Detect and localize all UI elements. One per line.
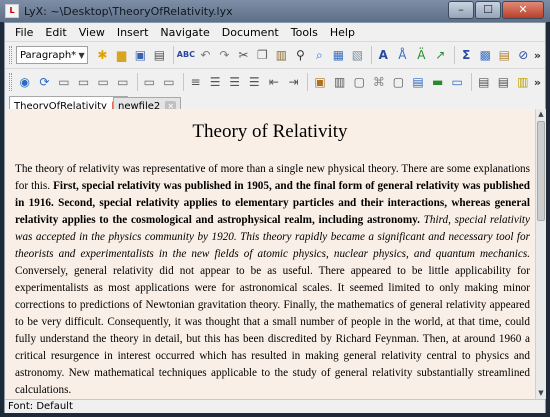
insert-char-icon[interactable]: Å: [394, 46, 411, 64]
update-pdf-icon[interactable]: ▭: [75, 73, 93, 91]
undo-icon[interactable]: ↶: [197, 46, 214, 64]
master-view-icon[interactable]: ▭: [141, 73, 159, 91]
outline-icon[interactable]: ▤: [495, 73, 513, 91]
text-style-icon[interactable]: A: [375, 46, 392, 64]
lyx-app-icon: L: [5, 4, 19, 18]
toolbar-separator: [307, 73, 309, 91]
copy-icon[interactable]: ❐: [254, 46, 271, 64]
insert-citation-icon[interactable]: ▤: [409, 73, 427, 91]
navigator-icon[interactable]: ⊘: [515, 46, 532, 64]
print-icon[interactable]: ▤: [151, 46, 168, 64]
minimize-button[interactable]: –: [448, 1, 474, 19]
itemize-icon[interactable]: ☰: [206, 73, 224, 91]
track-changes-icon[interactable]: ↗: [432, 46, 449, 64]
insert-figure-icon[interactable]: ▣: [311, 73, 329, 91]
table-icon[interactable]: ▦: [330, 46, 347, 64]
document-title: Theory of Relativity: [192, 121, 348, 142]
toolbar-grip[interactable]: [9, 46, 12, 64]
paragraph-align-icon[interactable]: ≡: [187, 73, 205, 91]
image-icon[interactable]: ▧: [349, 46, 366, 64]
toolbar-separator: [182, 73, 184, 91]
description-icon[interactable]: ☰: [245, 73, 263, 91]
math-sum-icon[interactable]: Σ: [458, 46, 475, 64]
toolbar-separator: [136, 73, 138, 91]
indent-increase-icon[interactable]: ⇥: [285, 73, 303, 91]
open-folder-icon[interactable]: ▆: [113, 46, 130, 64]
insert-reference-icon[interactable]: ⌘: [370, 73, 388, 91]
status-bar: Font: Default: [5, 399, 545, 413]
document-paragraph: The theory of relativity was representat…: [5, 161, 535, 399]
insert-label-icon[interactable]: ▢: [350, 73, 368, 91]
chevron-down-icon: ▼: [78, 50, 85, 60]
preview-icon[interactable]: ▭: [114, 73, 132, 91]
insert-url-icon[interactable]: ▬: [429, 73, 447, 91]
language-icon[interactable]: Ä: [413, 46, 430, 64]
notes-icon[interactable]: ▥: [514, 73, 532, 91]
text-run: Conversely, general relativity did not a…: [15, 265, 530, 396]
menu-bar: File Edit View Insert Navigate Document …: [5, 23, 545, 41]
toolbar-overflow-button[interactable]: »: [534, 49, 541, 62]
find-icon[interactable]: ⚲: [292, 46, 309, 64]
list-panel-icon[interactable]: ▤: [496, 46, 513, 64]
maximize-button[interactable]: ☐: [475, 1, 501, 19]
toc-icon[interactable]: ▤: [475, 73, 493, 91]
menu-edit[interactable]: Edit: [39, 26, 72, 39]
insert-index-icon[interactable]: ▭: [448, 73, 466, 91]
export-icon[interactable]: ▭: [94, 73, 112, 91]
menu-file[interactable]: File: [9, 26, 39, 39]
toolbar-grip[interactable]: [9, 73, 12, 91]
cut-icon[interactable]: ✂: [235, 46, 252, 64]
enumerate-icon[interactable]: ☰: [226, 73, 244, 91]
menu-insert[interactable]: Insert: [111, 26, 155, 39]
paragraph-style-value: Paragraph*: [19, 49, 77, 61]
window-title: LyX: ~\Desktop\TheoryOfRelativity.lyx: [24, 4, 233, 18]
document-editor[interactable]: Theory of Relativity The theory of relat…: [5, 109, 535, 399]
new-document-icon[interactable]: ✱: [94, 46, 111, 64]
menu-help[interactable]: Help: [324, 26, 361, 39]
title-bar: L LyX: ~\Desktop\TheoryOfRelativity.lyx …: [0, 0, 550, 22]
redo-icon[interactable]: ↷: [216, 46, 233, 64]
master-update-icon[interactable]: ▭: [160, 73, 178, 91]
toolbar-separator: [172, 46, 174, 64]
secondary-toolbar: ◉ ⟳ ▭ ▭ ▭ ▭ ▭ ▭ ≡ ☰ ☰ ☰ ⇤ ⇥ ▣ ▥ ▢ ⌘ ▢ ▤ …: [5, 68, 545, 95]
toolbar-separator: [370, 46, 372, 64]
toolbar-separator: [471, 73, 472, 91]
menu-document[interactable]: Document: [216, 26, 285, 39]
scrollbar-thumb[interactable]: [537, 121, 545, 221]
refresh-icon[interactable]: ⟳: [36, 73, 54, 91]
paste-icon[interactable]: ▥: [273, 46, 290, 64]
menu-tools[interactable]: Tools: [285, 26, 324, 39]
scroll-up-arrow-icon[interactable]: ▲: [536, 109, 546, 120]
menu-view[interactable]: View: [73, 26, 111, 39]
math-panel-icon[interactable]: ▩: [477, 46, 494, 64]
view-icon[interactable]: ◉: [16, 73, 34, 91]
menu-navigate[interactable]: Navigate: [154, 26, 215, 39]
vertical-scrollbar[interactable]: ▲ ▼: [535, 109, 546, 399]
zoom-icon[interactable]: ⌕: [311, 46, 328, 64]
toolbar-overflow-button[interactable]: »: [534, 76, 541, 89]
view-pdf-icon[interactable]: ▭: [55, 73, 73, 91]
insert-footnote-icon[interactable]: ▥: [331, 73, 349, 91]
close-button[interactable]: ✕: [502, 1, 544, 19]
insert-note-icon[interactable]: ▢: [390, 73, 408, 91]
window-controls: – ☐ ✕: [447, 1, 544, 19]
toolbar-separator: [453, 46, 455, 64]
spellcheck-icon[interactable]: ABC: [177, 46, 195, 64]
save-icon[interactable]: ▣: [132, 46, 149, 64]
main-toolbar: Paragraph* ▼ ✱ ▆ ▣ ▤ ABC ↶ ↷ ✂ ❐ ▥ ⚲ ⌕ ▦…: [5, 41, 545, 68]
scroll-down-arrow-icon[interactable]: ▼: [536, 388, 546, 399]
lyx-window: File Edit View Insert Navigate Document …: [4, 22, 546, 413]
paragraph-style-select[interactable]: Paragraph* ▼: [15, 46, 88, 64]
indent-decrease-icon[interactable]: ⇤: [265, 73, 283, 91]
